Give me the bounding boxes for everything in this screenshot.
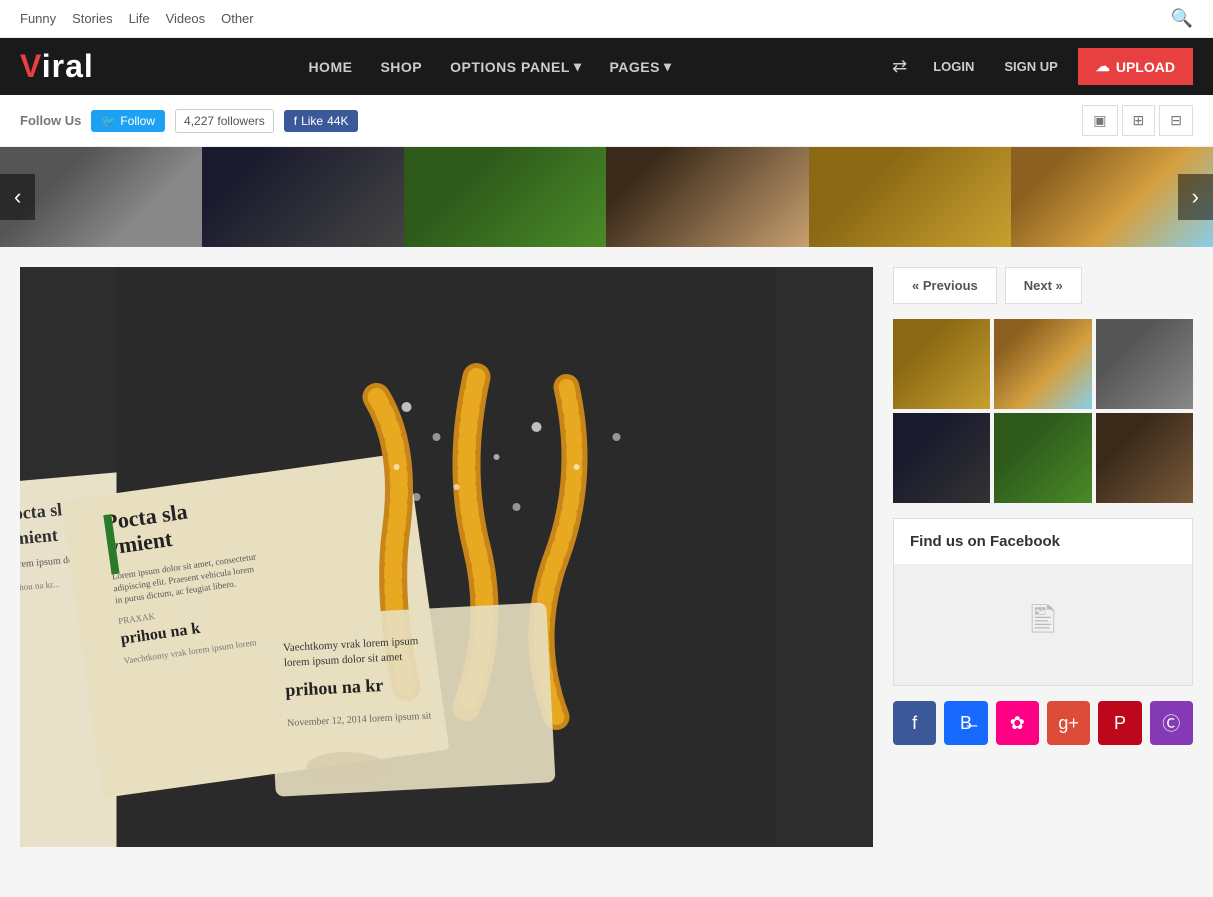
cloud-upload-icon: ☁ (1096, 58, 1110, 75)
logo[interactable]: Viral (20, 48, 94, 85)
pages-dropdown: PAGES ▾ (597, 50, 683, 83)
facebook-placeholder: 🖺 (894, 565, 1192, 685)
view-grid-button[interactable]: ⊟ (1159, 105, 1193, 136)
thumb-selfie[interactable] (1096, 319, 1193, 409)
behance-social-button[interactable]: B̶ (944, 701, 987, 745)
search-icon[interactable]: 🔍 (1171, 8, 1193, 29)
nav-videos[interactable]: Videos (166, 11, 206, 26)
login-button[interactable]: LOGIN (923, 53, 984, 80)
upload-button[interactable]: ☁ UPLOAD (1078, 48, 1193, 85)
facebook-section: Find us on Facebook 🖺 (893, 518, 1193, 686)
previous-button[interactable]: « Previous (893, 267, 997, 304)
thumb-churros[interactable] (893, 319, 990, 409)
facebook-icon: f (294, 114, 297, 128)
broken-image-icon: 🖺 (1030, 598, 1056, 652)
carousel-track (0, 147, 1213, 247)
carousel-item-girl[interactable] (606, 147, 808, 247)
main-header: Viral HOME SHOP OPTIONS PANEL ▾ PAGES ▾ … (0, 38, 1213, 95)
nav-stories[interactable]: Stories (72, 11, 112, 26)
facebook-header: Find us on Facebook (894, 519, 1192, 565)
follow-bar: Follow Us 🐦 Follow 4,227 followers f Lik… (0, 95, 1213, 147)
nav-life[interactable]: Life (129, 11, 150, 26)
next-button[interactable]: Next » (1005, 267, 1082, 304)
carousel-item-money[interactable] (404, 147, 606, 247)
thumb-girl[interactable] (1096, 413, 1193, 503)
options-panel-dropdown: OPTIONS PANEL ▾ (438, 50, 593, 83)
facebook-like-button[interactable]: f Like 44K (284, 110, 359, 132)
shuffle-icon[interactable]: ⇄ (886, 50, 913, 83)
sidebar: « Previous Next » Find us on Facebook 🖺 … (893, 267, 1193, 847)
pagination-buttons: « Previous Next » (893, 267, 1193, 304)
churros-background: Pocta slavmient Lorem ipsum dolor sit am… (20, 267, 873, 847)
main-nav: HOME SHOP OPTIONS PANEL ▾ PAGES ▾ (296, 50, 683, 83)
top-nav: Funny Stories Life Videos Other 🔍 (0, 0, 1213, 38)
carousel-left-arrow[interactable]: ‹ (0, 174, 35, 220)
pinterest-social-button[interactable]: P (1098, 701, 1141, 745)
nav-shop[interactable]: SHOP (368, 51, 434, 83)
main-image-area: Pocta slavmient Lorem ipsum dolor sit am… (20, 267, 873, 847)
pages-btn[interactable]: PAGES ▾ (597, 50, 683, 83)
twitter-icon: 🐦 (101, 114, 116, 128)
thumb-money[interactable] (994, 413, 1091, 503)
google-plus-social-button[interactable]: g+ (1047, 701, 1090, 745)
thumb-hoodie[interactable] (893, 413, 990, 503)
main-content: Pocta slavmient Lorem ipsum dolor sit am… (0, 247, 1213, 867)
main-image: Pocta slavmient Lorem ipsum dolor sit am… (20, 267, 873, 847)
social-icons-row: f B̶ ✿ g+ P Ⓒ (893, 701, 1193, 745)
flickr-social-button[interactable]: ✿ (996, 701, 1039, 745)
twitter-follow-button[interactable]: 🐦 Follow (91, 110, 165, 132)
options-panel-btn[interactable]: OPTIONS PANEL ▾ (438, 50, 593, 83)
churros-svg: Pocta sla vmient Lorem ipsum dolor sit a… (20, 267, 873, 847)
view-single-button[interactable]: ▣ (1082, 105, 1117, 136)
follow-bar-left: Follow Us 🐦 Follow 4,227 followers f Lik… (20, 109, 358, 133)
facebook-social-button[interactable]: f (893, 701, 936, 745)
signup-button[interactable]: SIGN UP (994, 53, 1067, 80)
view-double-button[interactable]: ⊞ (1122, 105, 1156, 136)
followers-count: 4,227 followers (175, 109, 274, 133)
nav-funny[interactable]: Funny (20, 11, 56, 26)
image-carousel: ‹ › (0, 147, 1213, 247)
follow-us-label: Follow Us (20, 113, 81, 128)
nav-other[interactable]: Other (221, 11, 254, 26)
top-nav-links: Funny Stories Life Videos Other (20, 11, 254, 26)
carousel-item-hoodie[interactable] (202, 147, 404, 247)
carousel-right-arrow[interactable]: › (1178, 174, 1213, 220)
nav-home[interactable]: HOME (296, 51, 364, 83)
instagram-social-button[interactable]: Ⓒ (1150, 701, 1193, 745)
header-right: ⇄ LOGIN SIGN UP ☁ UPLOAD (886, 48, 1193, 85)
view-toggles: ▣ ⊞ ⊟ (1082, 105, 1193, 136)
thumbnail-grid (893, 319, 1193, 503)
carousel-item-churros[interactable] (809, 147, 1011, 247)
thumb-brush[interactable] (994, 319, 1091, 409)
